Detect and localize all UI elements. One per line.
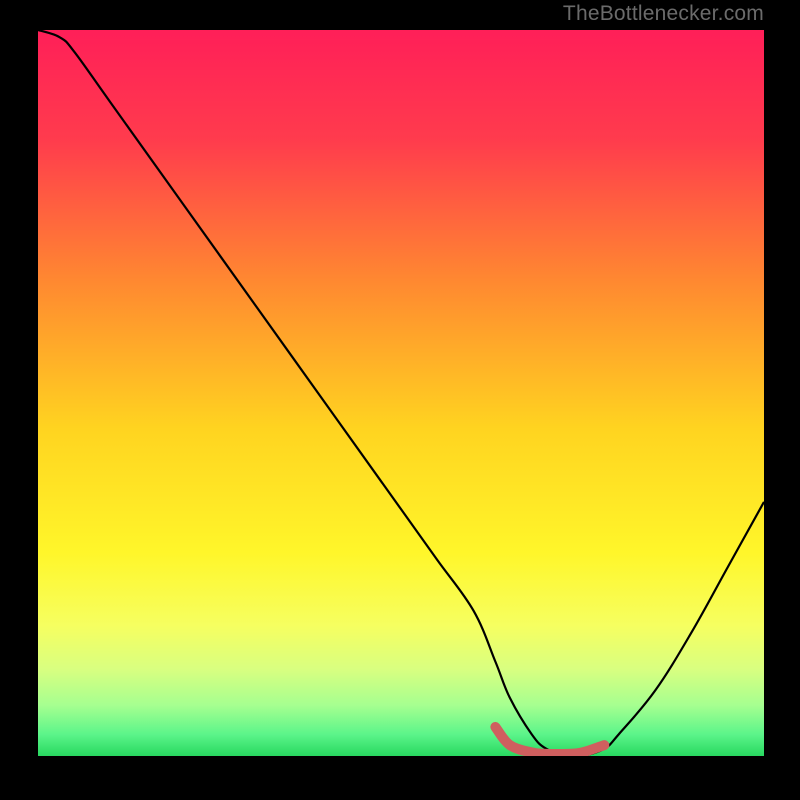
optimal-range-marker [495,727,604,754]
watermark-label: TheBottlenecker.com [563,2,764,26]
chart-lines [38,30,764,756]
bottleneck-curve [38,30,764,756]
chart-frame: TheBottlenecker.com [0,0,800,800]
plot-area [38,30,764,756]
